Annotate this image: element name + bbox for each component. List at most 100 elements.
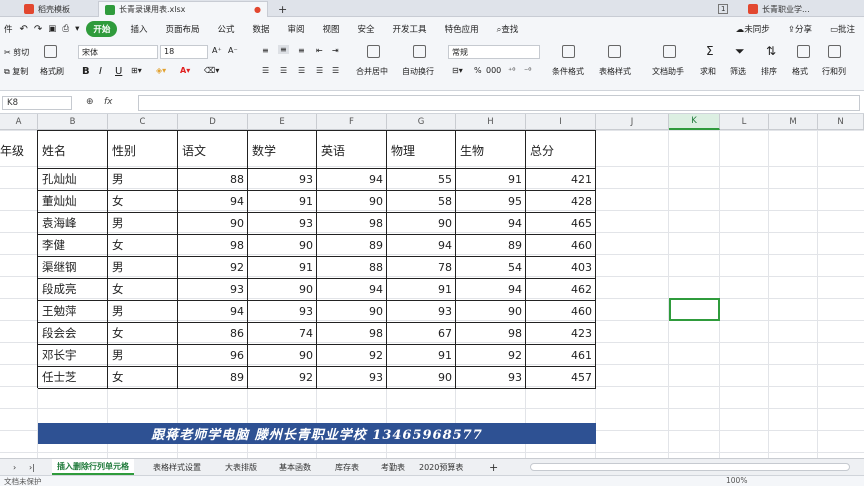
table-cell[interactable]: 女: [108, 322, 178, 344]
table-style-button[interactable]: 表格样式: [599, 66, 631, 77]
indent-increase-icon[interactable]: ⇥: [332, 46, 339, 55]
menu-formula[interactable]: 公式: [208, 23, 243, 35]
table-cell[interactable]: 55: [387, 168, 456, 190]
table-cell[interactable]: 94: [317, 168, 387, 190]
table-cell[interactable]: 91: [456, 168, 526, 190]
table-header-cell[interactable]: 总分: [526, 139, 596, 161]
fx-button[interactable]: fx: [104, 97, 113, 107]
table-header-cell[interactable]: 生物: [456, 139, 526, 161]
prev-sheet-icon[interactable]: ›: [8, 459, 21, 475]
table-cell[interactable]: 92: [178, 256, 248, 278]
table-cell[interactable]: 94: [178, 190, 248, 212]
rows-cols-button[interactable]: 行和列: [822, 66, 846, 77]
column-header-h[interactable]: H: [456, 114, 526, 130]
table-cell[interactable]: 女: [108, 190, 178, 212]
redo-icon[interactable]: ↷: [31, 24, 45, 35]
table-cell[interactable]: 袁海峰: [38, 212, 108, 234]
menu-data[interactable]: 数据: [243, 23, 278, 35]
table-cell[interactable]: 90: [456, 300, 526, 322]
table-cell[interactable]: 90: [317, 300, 387, 322]
sheet-tab[interactable]: 表格样式设置: [148, 459, 206, 475]
table-cell[interactable]: 段会会: [38, 322, 108, 344]
table-cell[interactable]: 渠继钢: [38, 256, 108, 278]
table-cell[interactable]: 98: [456, 322, 526, 344]
sheet-tab[interactable]: 考勤表: [376, 459, 410, 475]
table-cell[interactable]: 89: [178, 366, 248, 388]
undo-icon[interactable]: ↶: [17, 24, 31, 35]
column-header-e[interactable]: E: [248, 114, 317, 130]
horizontal-scrollbar[interactable]: [530, 463, 850, 471]
table-cell[interactable]: 88: [317, 256, 387, 278]
filter-button[interactable]: 筛选: [730, 66, 746, 77]
table-cell[interactable]: 98: [317, 322, 387, 344]
table-cell[interactable]: 李健: [38, 234, 108, 256]
menu-page-layout[interactable]: 页面布局: [156, 23, 208, 35]
currency-icon[interactable]: ⊟▾: [452, 66, 463, 75]
menu-view[interactable]: 视图: [314, 23, 349, 35]
column-header-m[interactable]: M: [769, 114, 818, 130]
column-header-i[interactable]: I: [526, 114, 596, 130]
clear-format-icon[interactable]: ⌫▾: [204, 66, 219, 75]
sheet-tab[interactable]: 插入删除行列单元格: [52, 459, 134, 475]
table-cell[interactable]: 孔灿灿: [38, 168, 108, 190]
align-middle-icon[interactable]: ≡: [278, 45, 289, 54]
table-cell[interactable]: 男: [108, 300, 178, 322]
table-cell[interactable]: 92: [248, 366, 317, 388]
table-cell[interactable]: 90: [317, 190, 387, 212]
italic-button[interactable]: I: [99, 66, 102, 77]
file-menu[interactable]: 件: [0, 23, 17, 35]
table-cell[interactable]: 男: [108, 256, 178, 278]
name-box[interactable]: K8: [2, 96, 72, 110]
table-cell[interactable]: 男: [108, 168, 178, 190]
table-cell[interactable]: 92: [456, 344, 526, 366]
table-cell[interactable]: 93: [178, 278, 248, 300]
auto-wrap-button[interactable]: 自动换行: [402, 66, 434, 77]
align-top-icon[interactable]: ≡: [262, 46, 269, 55]
table-cell[interactable]: 67: [387, 322, 456, 344]
menu-developer[interactable]: 开发工具: [384, 23, 436, 35]
table-cell[interactable]: 78: [387, 256, 456, 278]
table-cell[interactable]: 460: [526, 234, 596, 256]
increase-font-icon[interactable]: A⁺: [212, 46, 222, 55]
table-cell[interactable]: 88: [178, 168, 248, 190]
table-cell[interactable]: 465: [526, 212, 596, 234]
border-icon[interactable]: ⊞▾: [131, 66, 142, 75]
table-cell[interactable]: 女: [108, 366, 178, 388]
table-cell[interactable]: 94: [456, 212, 526, 234]
table-cell[interactable]: 94: [317, 278, 387, 300]
table-cell[interactable]: 女: [108, 278, 178, 300]
table-cell[interactable]: 423: [526, 322, 596, 344]
table-header-cell[interactable]: 姓名: [38, 139, 108, 161]
table-cell[interactable]: 任士芝: [38, 366, 108, 388]
align-center-icon[interactable]: ☰: [280, 66, 287, 75]
table-cell[interactable]: 460: [526, 300, 596, 322]
print-icon[interactable]: ⎙: [59, 24, 72, 34]
justify-icon[interactable]: ☰: [316, 66, 323, 75]
font-size-select[interactable]: 18: [160, 45, 208, 59]
table-header-cell[interactable]: 年级: [0, 139, 38, 161]
sheet-grid[interactable]: 年级 姓名 性别 语文 数学 英语 物理 生物 总分 孔灿灿男 88 93 94 55 91 421 董灿灿女 9…: [0, 130, 864, 458]
decrease-font-icon[interactable]: A⁻: [228, 46, 238, 55]
table-cell[interactable]: 91: [387, 278, 456, 300]
merge-center-button[interactable]: 合并居中: [356, 66, 388, 77]
table-cell[interactable]: 90: [248, 278, 317, 300]
table-cell[interactable]: 93: [317, 366, 387, 388]
column-header-c[interactable]: C: [108, 114, 178, 130]
search-button[interactable]: ⌕查找: [488, 23, 528, 35]
tab-count-badge[interactable]: 1: [712, 1, 734, 17]
table-cell[interactable]: 段成亮: [38, 278, 108, 300]
formula-input[interactable]: [138, 95, 860, 111]
menu-features[interactable]: 特色应用: [436, 23, 488, 35]
indent-decrease-icon[interactable]: ⇤: [316, 46, 323, 55]
table-cell[interactable]: 98: [317, 212, 387, 234]
save-icon[interactable]: ▣: [45, 24, 59, 34]
table-cell[interactable]: 93: [248, 168, 317, 190]
table-cell[interactable]: 93: [456, 366, 526, 388]
selected-cell-k8[interactable]: [669, 298, 720, 321]
more-chevron-icon[interactable]: ▾: [72, 24, 82, 34]
table-cell[interactable]: 王勉萍: [38, 300, 108, 322]
column-header-f[interactable]: F: [317, 114, 387, 130]
table-cell[interactable]: 94: [178, 300, 248, 322]
fill-color-icon[interactable]: ◈▾: [156, 66, 166, 75]
decimal-decrease-icon[interactable]: ⁻⁰: [524, 66, 531, 75]
